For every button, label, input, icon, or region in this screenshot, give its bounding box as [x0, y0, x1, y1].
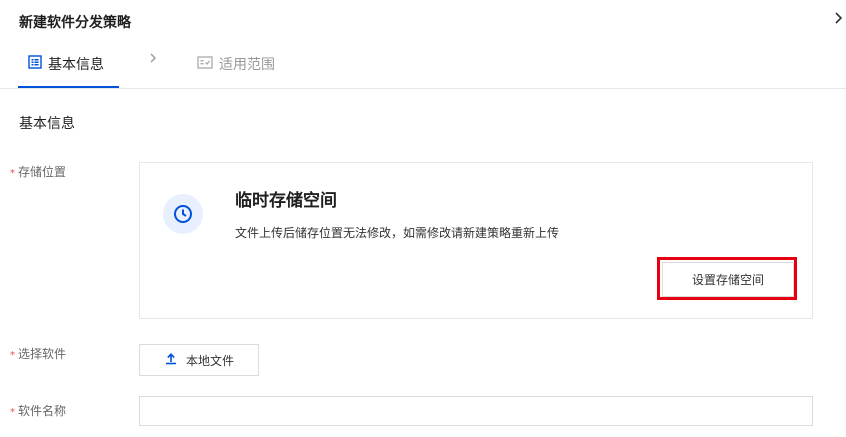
divider — [0, 88, 846, 89]
section-title: 基本信息 — [19, 116, 75, 132]
storage-description: 文件上传后储存位置无法修改，如需修改请新建策略重新上传 — [235, 226, 560, 240]
list-icon — [28, 55, 42, 73]
storage-location-label: * 存储位置 — [10, 165, 67, 179]
chevron-right-icon[interactable] — [834, 10, 844, 29]
required-mark: * — [10, 168, 15, 179]
required-mark: * — [10, 350, 15, 361]
tab-scope[interactable]: 适用范围 — [197, 52, 275, 76]
upload-icon — [164, 352, 178, 369]
select-software-label: * 选择软件 — [10, 347, 67, 361]
required-mark: * — [10, 407, 15, 418]
clock-icon — [163, 194, 203, 234]
upload-button-label: 本地文件 — [185, 353, 234, 368]
tab-label: 适用范围 — [219, 57, 275, 73]
checklist-card-icon — [197, 55, 213, 73]
chevron-right-icon — [149, 52, 157, 68]
software-name-input[interactable] — [139, 396, 813, 426]
tab-label: 基本信息 — [48, 57, 104, 73]
tab-basic-info[interactable]: 基本信息 — [28, 52, 104, 76]
software-name-label: * 软件名称 — [10, 404, 67, 418]
local-file-button[interactable]: 本地文件 — [139, 344, 259, 376]
storage-type-title: 临时存储空间 — [235, 191, 337, 211]
set-storage-button[interactable]: 设置存储空间 — [662, 262, 794, 297]
page-title: 新建软件分发策略 — [19, 15, 131, 31]
